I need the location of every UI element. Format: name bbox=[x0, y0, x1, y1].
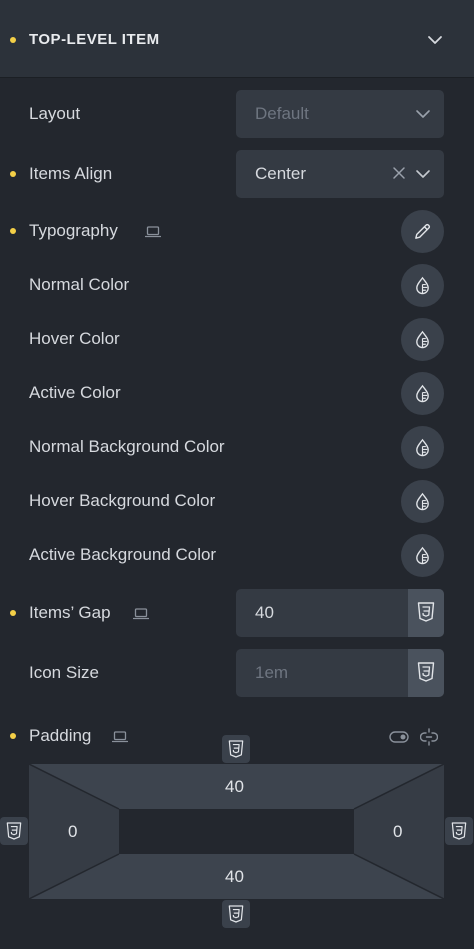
padding-top-value[interactable]: 40 bbox=[225, 777, 244, 797]
normal-color-label: Normal Color bbox=[29, 275, 130, 294]
icon-size-placeholder: 1em bbox=[255, 663, 289, 682]
items-align-label: Items Align bbox=[29, 164, 113, 183]
normal-background-color-label: Normal Background Color bbox=[29, 437, 225, 456]
modified-indicator-dot bbox=[10, 228, 16, 234]
items-align-select-value: Center bbox=[255, 164, 307, 183]
color-drop-icon bbox=[416, 438, 429, 457]
items-gap-label: Items’ Gap bbox=[29, 603, 111, 622]
hover-color-label: Hover Color bbox=[29, 329, 120, 348]
padding-label: Padding bbox=[29, 726, 92, 745]
color-drop-icon bbox=[416, 276, 429, 295]
normal-color-picker[interactable] bbox=[401, 264, 444, 307]
css3-icon bbox=[228, 905, 244, 923]
padding-right-unit-button[interactable] bbox=[445, 817, 473, 845]
hover-color-picker[interactable] bbox=[401, 318, 444, 361]
layout-select[interactable]: Default bbox=[236, 90, 444, 138]
chevron-down-icon bbox=[416, 110, 430, 118]
responsive-desktop-icon[interactable] bbox=[145, 226, 161, 238]
icon-size-label: Icon Size bbox=[29, 663, 99, 682]
section-header[interactable]: TOP-LEVEL ITEM bbox=[0, 0, 474, 78]
css-unit-button[interactable] bbox=[408, 649, 444, 697]
modified-indicator-dot bbox=[10, 610, 16, 616]
color-drop-icon bbox=[416, 546, 429, 565]
normal-background-color-picker[interactable] bbox=[401, 426, 444, 469]
css3-icon bbox=[417, 602, 435, 622]
padding-right-value[interactable]: 0 bbox=[393, 822, 402, 842]
typography-edit-button[interactable] bbox=[401, 210, 444, 253]
css3-icon bbox=[451, 822, 467, 840]
responsive-desktop-icon[interactable] bbox=[112, 731, 128, 743]
color-drop-icon bbox=[416, 384, 429, 403]
active-background-color-label: Active Background Color bbox=[29, 545, 217, 564]
items-gap-input[interactable]: 40 bbox=[236, 589, 444, 637]
active-color-label: Active Color bbox=[29, 383, 121, 402]
padding-left-value[interactable]: 0 bbox=[68, 822, 77, 842]
padding-top-unit-button[interactable] bbox=[222, 735, 250, 763]
modified-indicator-dot bbox=[10, 37, 16, 43]
padding-bottom-value[interactable]: 40 bbox=[225, 867, 244, 887]
padding-bottom-unit-button[interactable] bbox=[222, 900, 250, 928]
padding-left-unit-button[interactable] bbox=[0, 817, 28, 845]
css3-icon bbox=[6, 822, 22, 840]
layout-label: Layout bbox=[29, 104, 81, 123]
active-background-color-picker[interactable] bbox=[401, 534, 444, 577]
clear-icon[interactable] bbox=[392, 166, 406, 180]
hover-background-color-picker[interactable] bbox=[401, 480, 444, 523]
layout-select-value: Default bbox=[255, 104, 309, 123]
icon-size-input[interactable]: 1em bbox=[236, 649, 444, 697]
modified-indicator-dot bbox=[10, 733, 16, 739]
chevron-down-icon bbox=[416, 170, 430, 178]
padding-box-control: 40 40 0 0 bbox=[29, 764, 444, 899]
items-align-select[interactable]: Center bbox=[236, 150, 444, 198]
typography-label: Typography bbox=[29, 221, 118, 240]
pencil-icon bbox=[415, 223, 431, 239]
css-unit-button[interactable] bbox=[408, 589, 444, 637]
items-gap-value: 40 bbox=[255, 603, 274, 622]
color-drop-icon bbox=[416, 330, 429, 349]
active-color-picker[interactable] bbox=[401, 372, 444, 415]
responsive-desktop-icon[interactable] bbox=[133, 608, 149, 620]
color-drop-icon bbox=[416, 492, 429, 511]
css3-icon bbox=[228, 740, 244, 758]
hover-background-color-label: Hover Background Color bbox=[29, 491, 216, 510]
toggle-icon[interactable] bbox=[389, 730, 409, 744]
modified-indicator-dot bbox=[10, 171, 16, 177]
css3-icon bbox=[417, 662, 435, 682]
section-title: TOP-LEVEL ITEM bbox=[29, 31, 160, 48]
unlink-icon[interactable] bbox=[420, 728, 438, 746]
chevron-up-icon[interactable] bbox=[426, 31, 444, 49]
